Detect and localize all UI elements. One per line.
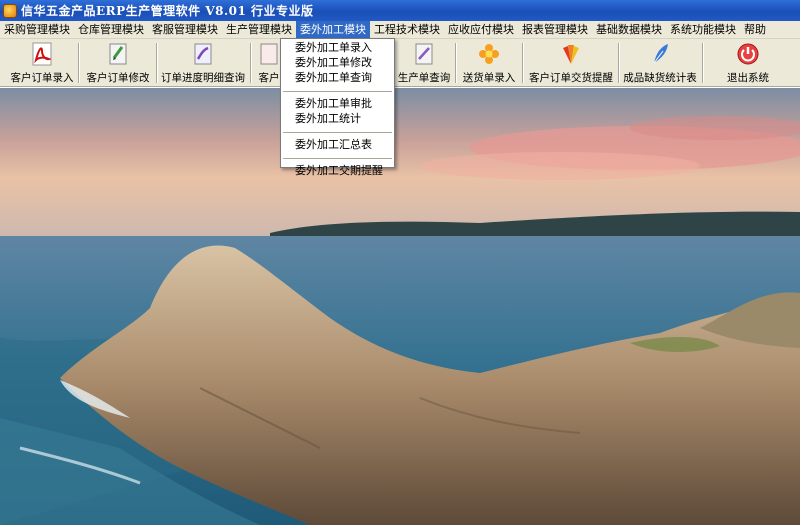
exit-system-button[interactable]: 退出系统	[720, 41, 776, 85]
order-modify-label: 客户订单修改	[86, 72, 150, 84]
order-entry-button[interactable]: 客户订单录入	[8, 41, 76, 85]
menu-separator	[283, 158, 392, 159]
order-progress-query-button[interactable]: 订单进度明细查询	[160, 41, 246, 85]
toolbar-separator	[702, 43, 704, 83]
outsourcing-dropdown-menu: 委外加工单录入 委外加工单修改 委外加工单查询 委外加工单审批 委外加工统计 委…	[280, 38, 395, 177]
fan-icon	[558, 41, 584, 67]
menu-customer-service[interactable]: 客服管理模块	[148, 21, 222, 39]
menu-engineering[interactable]: 工程技术模块	[370, 21, 444, 39]
toolbar-separator	[455, 43, 457, 83]
toolbar: 客户订单录入 客户订单修改 订单进度明细查询 客户 生产单查询 送货单录入 客户…	[0, 39, 800, 87]
edit-document-icon	[105, 41, 131, 67]
toolbar-separator	[78, 43, 80, 83]
menu-item-outsourcing-order-modify[interactable]: 委外加工单修改	[281, 55, 394, 70]
order-entry-label: 客户订单录入	[10, 72, 74, 84]
pdf-icon	[29, 41, 55, 67]
document-icon	[256, 41, 282, 67]
menu-item-outsourcing-delivery-reminder[interactable]: 委外加工交期提醒	[281, 163, 394, 178]
menu-help[interactable]: 帮助	[740, 21, 770, 39]
menu-bar: 采购管理模块 仓库管理模块 客服管理模块 生产管理模块 委外加工模块 工程技术模…	[0, 20, 800, 39]
delivery-reminder-label: 客户订单交货提醒	[529, 72, 613, 84]
toolbar-separator	[522, 43, 524, 83]
stock-shortage-report-label: 成品缺货统计表	[623, 72, 697, 84]
menu-separator	[283, 91, 392, 92]
order-modify-button[interactable]: 客户订单修改	[84, 41, 152, 85]
menu-reports[interactable]: 报表管理模块	[518, 21, 592, 39]
customer-label: 客户	[258, 72, 280, 84]
desktop-wallpaper	[0, 88, 800, 525]
menu-item-outsourcing-statistics[interactable]: 委外加工统计	[281, 111, 394, 126]
search-document-icon	[411, 41, 437, 67]
power-icon	[735, 41, 761, 67]
delivery-reminder-button[interactable]: 客户订单交货提醒	[528, 41, 614, 85]
menu-separator	[283, 132, 392, 133]
feather-icon	[647, 41, 673, 67]
menu-warehouse[interactable]: 仓库管理模块	[74, 21, 148, 39]
exit-system-label: 退出系统	[727, 72, 769, 84]
production-order-query-label: 生产单查询	[397, 72, 451, 84]
order-progress-query-label: 订单进度明细查询	[161, 72, 245, 84]
progress-document-icon	[190, 41, 216, 67]
menu-item-outsourcing-order-query[interactable]: 委外加工单查询	[281, 70, 394, 85]
flower-icon	[476, 41, 502, 67]
menu-item-outsourcing-order-entry[interactable]: 委外加工单录入	[281, 40, 394, 55]
toolbar-separator	[156, 43, 158, 83]
delivery-entry-label: 送货单录入	[462, 72, 516, 84]
production-order-query-button[interactable]: 生产单查询	[396, 41, 452, 85]
menu-receivables-payables[interactable]: 应收应付模块	[444, 21, 518, 39]
app-icon	[3, 3, 17, 18]
title-bar: 信华五金产品ERP生产管理软件 V8.01 行业专业版	[0, 0, 800, 21]
menu-item-outsourcing-summary[interactable]: 委外加工汇总表	[281, 137, 394, 152]
menu-system[interactable]: 系统功能模块	[666, 21, 740, 39]
stock-shortage-report-button[interactable]: 成品缺货统计表	[622, 41, 698, 85]
toolbar-separator	[618, 43, 620, 83]
menu-purchasing[interactable]: 采购管理模块	[0, 21, 74, 39]
menu-base-data[interactable]: 基础数据模块	[592, 21, 666, 39]
window-title: 信华五金产品ERP生产管理软件 V8.01 行业专业版	[21, 4, 314, 18]
coastal-landscape-image	[0, 88, 800, 525]
toolbar-separator	[250, 43, 252, 83]
menu-item-outsourcing-order-approval[interactable]: 委外加工单审批	[281, 96, 394, 111]
delivery-entry-button[interactable]: 送货单录入	[460, 41, 518, 85]
menu-production[interactable]: 生产管理模块	[222, 21, 296, 39]
menu-outsourcing[interactable]: 委外加工模块	[296, 20, 370, 39]
